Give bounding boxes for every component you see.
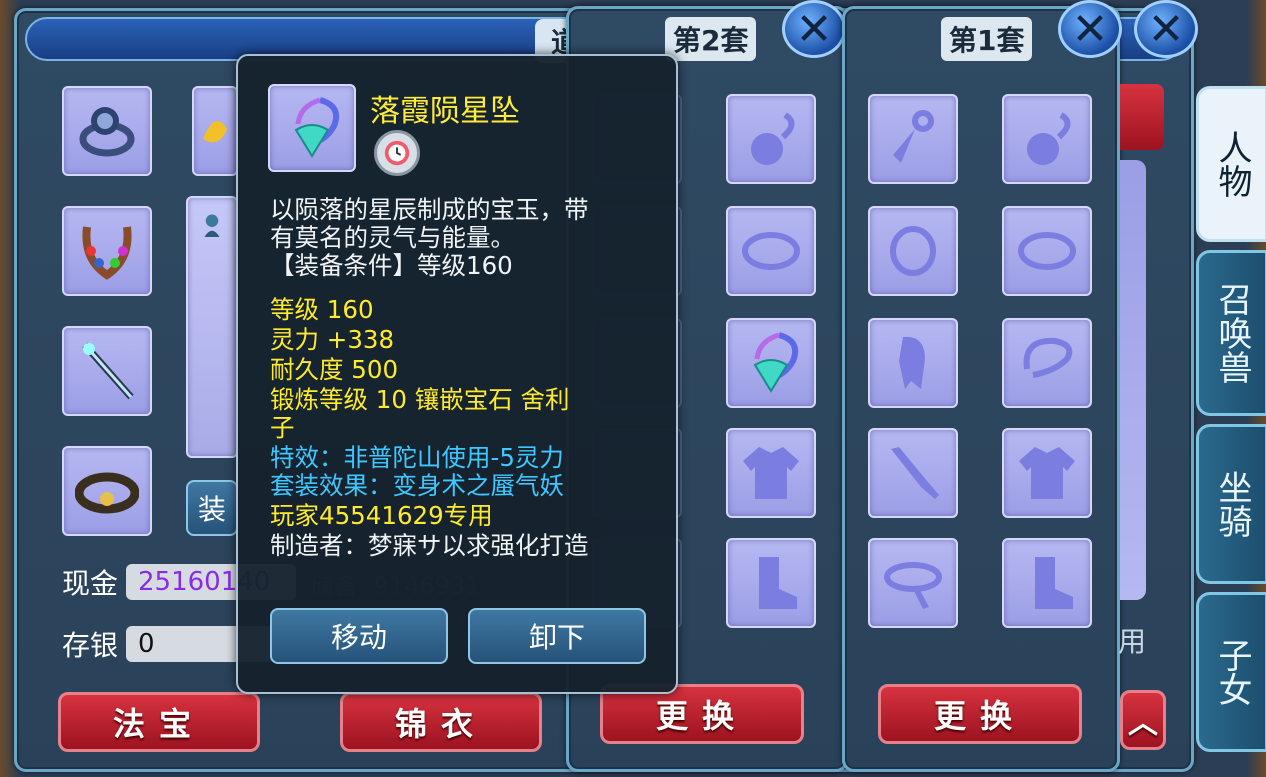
set1-slot-necklace[interactable] — [1002, 94, 1092, 184]
inventory-close-button[interactable]: ✕ — [1134, 0, 1198, 58]
set2-title: 第2套 — [665, 17, 757, 61]
sword-silhouette-icon — [891, 447, 939, 499]
item-tooltip: 落霞陨星坠 以陨落的星辰制成的宝玉，带 有莫名的灵气与能量。 【装备条件】等级1… — [236, 54, 678, 694]
armor-silhouette-icon — [743, 447, 799, 499]
stat-forge: 锻炼等级 10 镶嵌宝石 舍利 — [270, 385, 570, 414]
equip-slot-weapon[interactable] — [62, 326, 152, 416]
close-icon: ✕ — [795, 3, 833, 55]
equip-partial-button[interactable]: 装 — [186, 480, 238, 536]
set2-slot-boots[interactable] — [726, 538, 816, 628]
tab-mount[interactable]: 坐骑 — [1196, 424, 1266, 584]
magic-treasure-label: 法宝 — [112, 705, 205, 743]
set2-slot-necklace[interactable] — [726, 94, 816, 184]
necklace-silhouette-icon — [1027, 112, 1071, 165]
set1-slot-armor[interactable] — [1002, 428, 1092, 518]
tab-mount-label: 坐骑 — [1212, 470, 1252, 538]
set1-swap-label: 更换 — [933, 697, 1026, 735]
set1-slot-ring[interactable] — [1002, 206, 1092, 296]
special-effect: 特效：非普陀山使用-5灵力 — [270, 443, 564, 472]
unequip-label: 卸下 — [528, 621, 585, 654]
item-name: 落霞陨星坠 — [370, 94, 520, 129]
tab-children[interactable]: 子女 — [1196, 592, 1266, 752]
belt-silhouette-icon — [884, 562, 942, 609]
star-pendant-icon — [294, 97, 340, 158]
tooltip-item-icon — [268, 84, 356, 172]
brocade-label: 锦衣 — [394, 705, 487, 743]
set1-close-button[interactable]: ✕ — [1058, 0, 1122, 58]
close-icon: ✕ — [1071, 3, 1109, 55]
silver-ring-icon — [79, 107, 135, 157]
tab-character[interactable]: 人物 — [1196, 86, 1266, 242]
gold-leaf-icon — [203, 121, 227, 143]
equip-slot-partial[interactable] — [192, 86, 238, 176]
gold-belt-icon — [75, 472, 139, 514]
deposit-label: 存银 — [62, 629, 119, 662]
equip-partial-label: 装 — [197, 493, 226, 526]
cash-label: 现金 — [62, 567, 119, 600]
set1-swap-button[interactable]: 更换 — [878, 684, 1082, 744]
set2-close-button[interactable]: ✕ — [782, 0, 846, 58]
stat-level: 等级 160 — [270, 295, 374, 324]
scroll-up-button[interactable]: ︿ — [1120, 690, 1166, 750]
tab-summon[interactable]: 召唤兽 — [1196, 250, 1266, 416]
ring-silhouette-icon — [742, 232, 800, 270]
ring-silhouette-icon — [1018, 232, 1076, 270]
set2-slot-pendant-equipped[interactable] — [726, 318, 816, 408]
set1-slot-amulet[interactable] — [1002, 318, 1092, 408]
close-icon: ✕ — [1147, 3, 1185, 55]
move-button[interactable]: 移动 — [270, 608, 448, 664]
set2-slot-ring[interactable] — [726, 206, 816, 296]
partial-use-text: 用 — [1118, 625, 1147, 658]
crystal-staff-icon — [82, 342, 134, 400]
beaded-necklace-icon — [82, 226, 132, 280]
equip-slot-ring[interactable] — [62, 86, 152, 176]
set1-slot-belt[interactable] — [868, 538, 958, 628]
stat-forge-cont: 子 — [270, 413, 295, 442]
character-preview-partial — [186, 196, 238, 458]
set1-slot-boots[interactable] — [1002, 538, 1092, 628]
set2-swap-label: 更换 — [655, 697, 748, 735]
cape-silhouette-icon — [899, 336, 925, 389]
set2-slot-armor[interactable] — [726, 428, 816, 518]
bracelet-silhouette-icon — [890, 226, 936, 276]
item-description-line1: 以陨落的星辰制成的宝玉，带 — [270, 195, 589, 224]
move-label: 移动 — [330, 621, 387, 654]
boot-silhouette-icon — [759, 557, 797, 609]
stat-durability: 耐久度 500 — [270, 355, 399, 384]
set-effect: 套装效果：变身术之蜃气妖 — [270, 471, 564, 500]
set1-slot-bracelet[interactable] — [868, 206, 958, 296]
unequip-button[interactable]: 卸下 — [468, 608, 646, 664]
set1-slot-cape[interactable] — [868, 318, 958, 408]
brocade-button[interactable]: 锦衣 — [340, 692, 542, 752]
item-description-line2: 有莫名的灵气与能量。 — [270, 223, 515, 252]
set1-slot-weapon[interactable] — [868, 428, 958, 518]
equip-slot-belt[interactable] — [62, 446, 152, 536]
right-list-strip — [1120, 160, 1146, 600]
set1-slot-earring[interactable] — [868, 94, 958, 184]
character-avatar-icon — [204, 214, 220, 237]
magic-treasure-button[interactable]: 法宝 — [58, 692, 260, 752]
armor-silhouette-icon — [1019, 447, 1075, 499]
equip-slot-necklace[interactable] — [62, 206, 152, 296]
tab-character-label: 人物 — [1212, 130, 1252, 198]
stat-spirit: 灵力 +338 — [270, 325, 395, 354]
item-requirement: 【装备条件】等级160 — [270, 251, 513, 280]
clock-icon — [374, 130, 420, 176]
earring-silhouette-icon — [893, 110, 934, 163]
player-bind: 玩家45541629专用 — [270, 501, 493, 530]
set1-title: 第1套 — [941, 17, 1033, 61]
tab-summon-label: 召唤兽 — [1212, 282, 1252, 384]
maker: 制造者：梦寐サ以求强化打造 — [270, 531, 589, 560]
amulet-silhouette-icon — [1023, 337, 1073, 378]
boot-silhouette-icon — [1035, 557, 1073, 609]
right-red-block[interactable] — [1120, 84, 1164, 150]
star-pendant-icon — [753, 332, 799, 393]
necklace-silhouette-icon — [751, 112, 795, 165]
tab-children-label: 子女 — [1212, 638, 1252, 706]
chevron-up-icon: ︿ — [1128, 706, 1158, 741]
